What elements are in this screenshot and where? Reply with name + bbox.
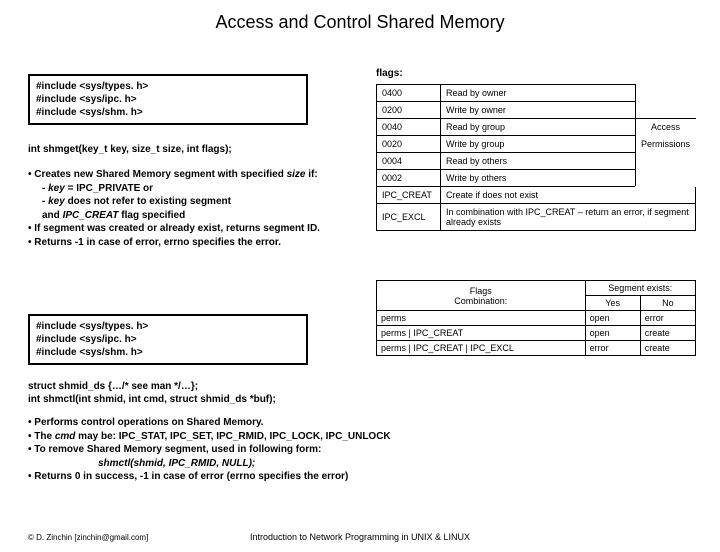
shmctl-notes: • Performs control operations on Shared … (28, 416, 588, 484)
include-box-2: #include <sys/types. h> #include <sys/ip… (28, 314, 308, 365)
table-row: 0400Read by owner (377, 85, 696, 102)
include-line: #include <sys/types. h> (36, 80, 300, 93)
table-row: IPC_CREATCreate if does not exist (377, 187, 696, 204)
table-row: perms | IPC_CREATopencreate (377, 326, 696, 341)
table-row: 0040Read by groupAccess (377, 119, 696, 136)
include-line: #include <sys/shm. h> (36, 106, 300, 119)
include-box-1: #include <sys/types. h> #include <sys/ip… (28, 74, 308, 125)
bullet: • To remove Shared Memory segment, used … (28, 443, 588, 457)
include-line: #include <sys/ipc. h> (36, 333, 300, 346)
bullet-sub: - key = IPC_PRIVATE or (28, 182, 358, 196)
bullet: • Creates new Shared Memory segment with… (28, 168, 358, 182)
bullet: • Returns -1 in case of error, errno spe… (28, 236, 358, 250)
footer-title: Introduction to Network Programming in U… (0, 532, 720, 542)
bullet: • Performs control operations on Shared … (28, 416, 588, 430)
bullet-sub: and IPC_CREAT flag specified (28, 209, 358, 223)
bullet: • The cmd may be: IPC_STAT, IPC_SET, IPC… (28, 430, 588, 444)
table-row: 0020Write by groupPermissions (377, 136, 696, 153)
table-row: FlagsCombination: Segment exists: (377, 281, 696, 296)
table-row: IPC_EXCLIn combination with IPC_CREAT – … (377, 204, 696, 231)
flags-table: 0400Read by owner 0200Write by owner 004… (376, 84, 696, 231)
bullet: • If segment was created or already exis… (28, 222, 358, 236)
bullet-sub: - key does not refer to existing segment (28, 195, 358, 209)
include-line: #include <sys/types. h> (36, 320, 300, 333)
flags-label: flags: (376, 68, 403, 79)
code-sample: shmctl(shmid, IPC_RMID, NULL); (28, 457, 588, 471)
shmget-signature: int shmget(key_t key, size_t size, int f… (28, 144, 232, 155)
include-line: #include <sys/shm. h> (36, 346, 300, 359)
include-line: #include <sys/ipc. h> (36, 93, 300, 106)
table-row: 0004Read by others (377, 153, 696, 170)
table-row: permsopenerror (377, 311, 696, 326)
shmget-notes: • Creates new Shared Memory segment with… (28, 168, 358, 249)
bullet: • Returns 0 in success, -1 in case of er… (28, 470, 588, 484)
combination-table: FlagsCombination: Segment exists: YesNo … (376, 280, 696, 356)
page-title: Access and Control Shared Memory (0, 12, 720, 33)
shmctl-signature: struct shmid_ds {…/* see man */…}; int s… (28, 380, 328, 406)
table-row: perms | IPC_CREAT | IPC_EXCLerrorcreate (377, 341, 696, 356)
